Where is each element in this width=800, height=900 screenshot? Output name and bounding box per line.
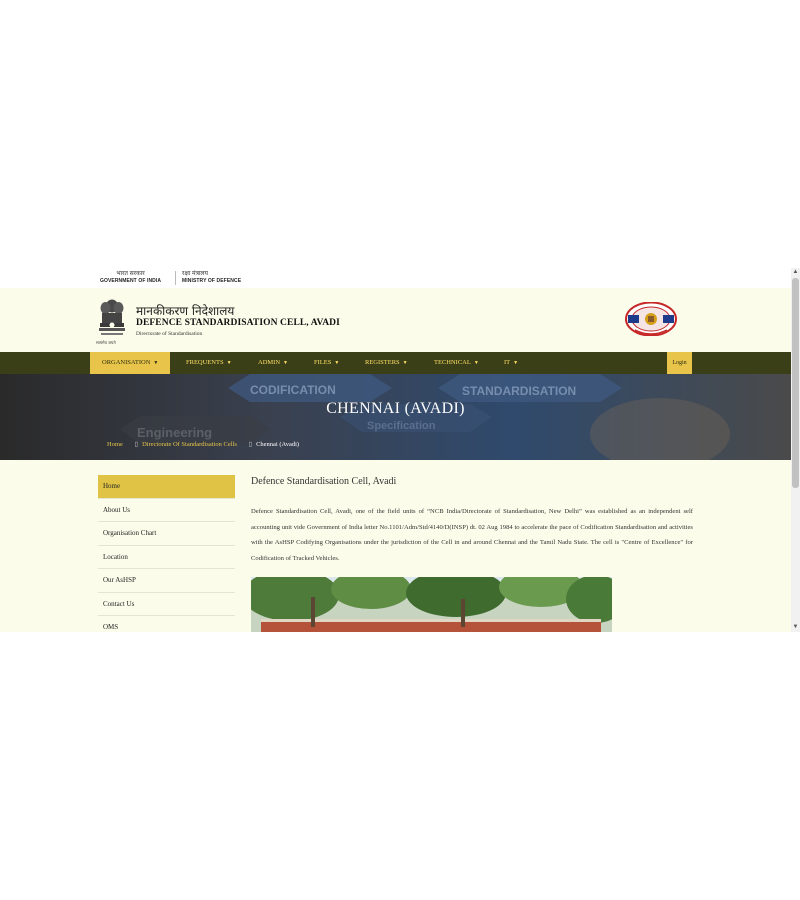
- ministry-english-label: MINISTRY OF DEFENCE: [182, 278, 242, 284]
- gov-english-label: GOVERNMENT OF INDIA: [100, 278, 162, 284]
- gov-hindi-label: भारत सरकार: [116, 271, 145, 277]
- nav-registers[interactable]: REGISTERS ▼: [365, 352, 408, 374]
- sidebar-item-oms[interactable]: OMS: [98, 616, 235, 632]
- login-button[interactable]: Login: [667, 352, 692, 374]
- caret-down-icon: ▼: [283, 361, 288, 366]
- banner-word-specification: Specification: [367, 420, 436, 432]
- government-strip: भारत सरकार GOVERNMENT OF INDIA रक्षा मंत…: [0, 268, 791, 288]
- chevron-right-icon: ▯: [134, 441, 139, 448]
- main-navigation: ORGANISATION ▼ FREQUENTS ▼ ADMIN ▼ FILES ▼ R…: [0, 352, 791, 374]
- site-name: DEFENCE STANDARDISATION CELL, AVADI: [136, 318, 340, 328]
- sidebar-item-home[interactable]: Home: [98, 475, 235, 499]
- gov-india-link[interactable]: भारत सरकार GOVERNMENT OF INDIA: [100, 271, 161, 285]
- site-name-hindi: मानकीकरण निदेशालय: [136, 304, 235, 318]
- site-subtitle: Directorate of Standardisation: [136, 331, 203, 337]
- page-banner: CODIFICATION STANDARDISATION Engineering…: [0, 374, 791, 460]
- breadcrumb-parent[interactable]: Directorate Of Standardisation Cells: [142, 441, 237, 448]
- sidebar-item-our-ashsp[interactable]: Our AsHSP: [98, 569, 235, 593]
- breadcrumb-home[interactable]: Home: [107, 441, 123, 448]
- caret-down-icon: ▼: [334, 361, 340, 366]
- vertical-scrollbar[interactable]: ▲ ▼: [791, 268, 800, 632]
- ministry-link[interactable]: रक्षा मंत्रालय MINISTRY OF DEFENCE: [182, 271, 241, 285]
- sidebar-item-contact-us[interactable]: Contact Us: [98, 593, 235, 616]
- nav-registers-label: REGISTERS: [365, 359, 400, 366]
- site-header: सत्यमेव जयते मानकीकरण निदेशालय DEFENCE S…: [0, 288, 791, 352]
- caret-down-icon: ▼: [513, 361, 519, 366]
- breadcrumb-current: Chennai (Avadi): [256, 441, 300, 448]
- nav-organisation[interactable]: ORGANISATION ▼: [90, 352, 171, 374]
- nav-admin[interactable]: ADMIN ▼: [258, 352, 288, 374]
- banner-word-standardisation: STANDARDISATION: [462, 384, 576, 398]
- intro-paragraph: Defence Standardisation Cell, Avadi, one…: [251, 508, 693, 562]
- nav-organisation-label: ORGANISATION: [102, 359, 151, 366]
- sidebar-item-organisation-chart[interactable]: Organisation Chart: [98, 522, 235, 546]
- caret-down-icon: ▼: [402, 361, 408, 366]
- banner-word-codification: CODIFICATION: [250, 383, 336, 397]
- sidebar-item-about-us[interactable]: About Us: [98, 499, 235, 522]
- sidebar-menu: Home About Us Organisation Chart Locatio…: [98, 475, 235, 632]
- nav-files[interactable]: FILES ▼: [314, 352, 339, 374]
- banner-word-engineering: Engineering: [137, 425, 212, 440]
- gov-divider: [175, 271, 176, 285]
- nav-frequents[interactable]: FREQUENTS ▼: [186, 352, 232, 374]
- nav-it-label: IT: [504, 359, 511, 366]
- section-heading: Defence Standardisation Cell, Avadi: [251, 476, 397, 487]
- nav-frequents-label: FREQUENTS: [186, 359, 224, 366]
- browser-viewport: भारत सरकार GOVERNMENT OF INDIA रक्षा मंत…: [0, 268, 800, 632]
- nav-it[interactable]: IT ▼: [504, 352, 518, 374]
- scrollbar-thumb[interactable]: [792, 278, 799, 488]
- scroll-down-arrow-icon[interactable]: ▼: [791, 623, 800, 632]
- caret-down-icon: ▼: [473, 361, 479, 366]
- breadcrumb: Home ▯ Directorate Of Standardisation Cel…: [107, 440, 299, 448]
- page-content: Home About Us Organisation Chart Locatio…: [0, 460, 791, 632]
- page-title: CHENNAI (AVADI): [326, 400, 465, 417]
- ministry-hindi-label: रक्षा मंत्रालय: [182, 271, 208, 277]
- scroll-up-arrow-icon[interactable]: ▲: [791, 268, 800, 277]
- nav-admin-label: ADMIN: [258, 359, 281, 366]
- dgqa-seal-icon: [625, 302, 677, 336]
- caret-down-icon: ▼: [153, 361, 159, 366]
- chevron-right-icon: ▯: [248, 441, 253, 448]
- national-emblem-icon: [99, 299, 125, 335]
- nav-technical-label: TECHNICAL: [434, 359, 471, 366]
- nav-files-label: FILES: [314, 359, 332, 366]
- sidebar-item-location[interactable]: Location: [98, 546, 235, 569]
- emblem-motto: सत्यमेव जयते: [96, 340, 116, 345]
- nav-technical[interactable]: TECHNICAL ▼: [434, 352, 479, 374]
- campus-photo: [251, 577, 612, 632]
- caret-down-icon: ▼: [226, 361, 232, 366]
